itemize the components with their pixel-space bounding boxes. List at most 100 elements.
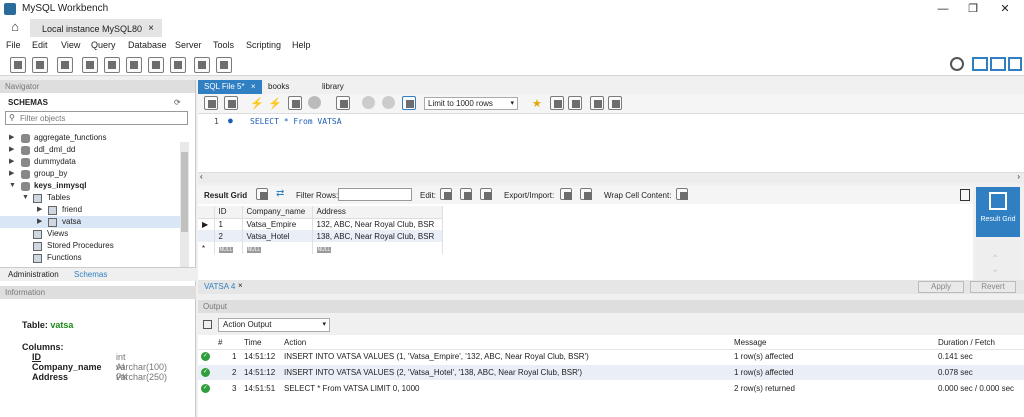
scroll-right-icon[interactable]: › [1017, 172, 1020, 181]
home-icon[interactable]: ⌂ [4, 19, 26, 37]
invisible-chars-icon[interactable] [590, 96, 604, 110]
menu-edit[interactable]: Edit [32, 40, 48, 50]
tree-item-dummydata[interactable]: ▶ dummydata [0, 156, 181, 168]
scroll-left-icon[interactable]: ‹ [200, 172, 203, 181]
minimize-icon[interactable]: — [928, 2, 958, 16]
null-cell[interactable]: NULL [242, 242, 313, 254]
new-row[interactable]: * NULL NULL NULL [198, 242, 443, 254]
revert-button[interactable]: Revert [970, 281, 1016, 293]
edit-row-icon[interactable] [440, 188, 452, 200]
toggle-error-icon[interactable] [336, 96, 350, 110]
output-row[interactable]: ✓ 3 14:51:51 SELECT * From VATSA LIMIT 0… [198, 381, 1024, 396]
close-icon[interactable]: ✕ [990, 2, 1020, 16]
rollback-icon[interactable] [382, 96, 395, 109]
tab-vatsa-4[interactable]: VATSA 4 [204, 282, 235, 291]
menu-server[interactable]: Server [175, 40, 202, 50]
execute-icon[interactable]: ⚡ [250, 97, 264, 110]
save-icon[interactable] [224, 96, 238, 110]
wrap-lines-icon[interactable] [608, 96, 622, 110]
cell[interactable]: 138, ABC, Near Royal Club, BSR [312, 230, 443, 242]
output-row[interactable]: ✓ 1 14:51:12 INSERT INTO VATSA VALUES (1… [198, 349, 1024, 364]
tab-schemas[interactable]: Schemas [74, 270, 107, 279]
tab-library[interactable]: library [316, 80, 350, 94]
toggle-output-icon[interactable] [990, 57, 1006, 71]
inspect-object-icon[interactable] [57, 57, 73, 73]
output-row[interactable]: ✓ 2 14:51:12 INSERT INTO VATSA VALUES (2… [198, 365, 1024, 380]
tree-item-functions[interactable]: Functions [0, 252, 181, 264]
maximize-icon[interactable]: ❐ [958, 2, 988, 16]
chevron-down-icon[interactable]: ⌄ [991, 264, 999, 275]
tree-item-ddl-dml-dd[interactable]: ▶ ddl_dml_dd [0, 144, 181, 156]
column-header[interactable]: Address [312, 206, 443, 219]
grid-icon[interactable] [256, 188, 268, 200]
tree-item-aggregate-functions[interactable]: ▶ aggregate_functions [0, 132, 181, 144]
open-file-icon[interactable] [204, 96, 218, 110]
expand-arrow-icon[interactable]: ▶ [37, 216, 42, 228]
execute-current-icon[interactable]: ⚡ [268, 97, 282, 110]
column-header[interactable]: Company_name [242, 206, 313, 219]
toggle-sidebar-icon[interactable] [972, 57, 988, 71]
settings-icon[interactable] [950, 57, 964, 71]
action-output-select[interactable]: Action Output ▾ [218, 318, 330, 332]
filter-objects-input[interactable]: ⚲ Filter objects [5, 111, 188, 125]
menu-scripting[interactable]: Scripting [246, 40, 281, 50]
beautify-icon[interactable] [550, 96, 564, 110]
null-cell[interactable]: NULL [214, 242, 243, 254]
reconnect-icon[interactable] [216, 57, 232, 73]
table-row[interactable]: 2 Vatsa_Hotel 138, ABC, Near Royal Club,… [198, 230, 443, 242]
search-table-data-icon[interactable] [194, 57, 210, 73]
close-tab-icon[interactable]: × [148, 23, 154, 34]
cell[interactable]: 1 [214, 218, 243, 230]
find-icon[interactable] [568, 96, 582, 110]
sql-editor[interactable]: 1 ● SELECT * From VATSA [198, 114, 1024, 172]
tree-item-views[interactable]: Views [0, 228, 181, 240]
tree-item-keys-inmysql[interactable]: ▼ keys_inmysql [0, 180, 181, 192]
collapse-arrow-icon[interactable]: ▼ [9, 180, 16, 192]
editor-hscrollbar[interactable]: ‹ › [198, 172, 1024, 183]
tab-sql-file-5[interactable]: SQL File 5* × [198, 80, 262, 94]
tree-item-group-by[interactable]: ▶ group_by [0, 168, 181, 180]
new-sql-tab-icon[interactable] [10, 57, 26, 73]
bookmark-star-icon[interactable]: ★ [532, 97, 542, 110]
add-row-icon[interactable] [460, 188, 472, 200]
column-header[interactable]: ID [214, 206, 243, 219]
menu-view[interactable]: View [61, 40, 80, 50]
open-sql-script-icon[interactable] [32, 57, 48, 73]
create-view-icon[interactable] [126, 57, 142, 73]
expand-arrow-icon[interactable]: ▶ [9, 144, 14, 156]
menu-tools[interactable]: Tools [213, 40, 234, 50]
filter-rows-input[interactable] [338, 188, 412, 201]
toggle-secondary-sidebar-icon[interactable] [1008, 57, 1022, 71]
tab-administration[interactable]: Administration [8, 270, 59, 279]
close-tab-icon[interactable]: × [238, 281, 243, 290]
expand-arrow-icon[interactable]: ▶ [37, 204, 42, 216]
result-grid-side-button[interactable]: Result Grid [976, 187, 1020, 237]
tree-item-stored-procedures[interactable]: Stored Procedures [0, 240, 181, 252]
export-icon[interactable] [560, 188, 572, 200]
tree-item-friend[interactable]: ▶ friend [0, 204, 181, 216]
apply-button[interactable]: Apply [918, 281, 964, 293]
tree-item-tables[interactable]: ▼ Tables [0, 192, 181, 204]
table-row[interactable]: ▶ 1 Vatsa_Empire 132, ABC, Near Royal Cl… [198, 218, 443, 230]
cell[interactable]: Vatsa_Empire [242, 218, 313, 230]
scrollbar-thumb[interactable] [181, 152, 188, 232]
cell[interactable]: 132, ABC, Near Royal Club, BSR [312, 218, 443, 230]
limit-rows-select[interactable]: Limit to 1000 rows ▾ [424, 97, 518, 110]
menu-query[interactable]: Query [91, 40, 116, 50]
null-cell[interactable]: NULL [312, 242, 443, 254]
menu-help[interactable]: Help [292, 40, 311, 50]
cell[interactable]: 2 [214, 230, 243, 242]
commit-icon[interactable] [362, 96, 375, 109]
create-schema-icon[interactable] [82, 57, 98, 73]
menu-file[interactable]: File [6, 40, 21, 50]
close-tab-icon[interactable]: × [251, 82, 256, 91]
expand-arrow-icon[interactable]: ▶ [9, 132, 14, 144]
panel-toggle-icon[interactable] [960, 189, 970, 201]
delete-row-icon[interactable] [480, 188, 492, 200]
refresh-icon[interactable]: ⟳ [174, 98, 181, 107]
menu-database[interactable]: Database [128, 40, 167, 50]
create-procedure-icon[interactable] [148, 57, 164, 73]
collapse-arrow-icon[interactable]: ▼ [22, 192, 29, 204]
connection-tab[interactable]: Local instance MySQL80 × [30, 19, 162, 37]
tab-books[interactable]: books [262, 80, 295, 94]
